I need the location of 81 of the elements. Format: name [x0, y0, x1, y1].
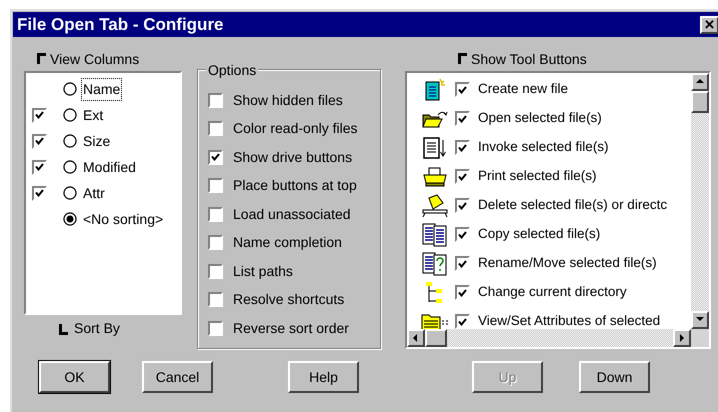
checkmark-icon — [458, 288, 467, 296]
checkbox[interactable] — [455, 314, 470, 329]
dialog-button[interactable]: Down — [579, 361, 650, 393]
scroll-thumb[interactable] — [691, 91, 709, 113]
checkmark-icon — [35, 111, 44, 119]
option-label[interactable]: Color read-only files — [233, 118, 358, 140]
scroll-right-button[interactable] — [673, 329, 691, 347]
horizontal-scrollbar[interactable] — [407, 329, 691, 347]
column-label[interactable]: Attr — [81, 182, 107, 204]
vertical-scrollbar[interactable] — [691, 73, 709, 329]
checkbox[interactable] — [208, 150, 223, 165]
checkmark-icon — [458, 172, 467, 180]
bracket-icon — [37, 53, 46, 64]
radio-button[interactable] — [63, 186, 77, 200]
checkbox[interactable] — [208, 264, 223, 279]
group-label: Show Tool Buttons — [471, 50, 587, 69]
scroll-up-button[interactable] — [691, 73, 709, 91]
checkmark-icon — [211, 153, 220, 162]
dialog-button[interactable]: OK — [39, 361, 110, 393]
copy-documents-icon — [422, 222, 448, 246]
bracket-icon — [458, 53, 467, 64]
scroll-down-button[interactable] — [691, 311, 709, 329]
checkmark-icon — [35, 137, 44, 145]
option-label[interactable]: Name completion — [233, 232, 342, 254]
tool-button-label[interactable]: Change current directory — [478, 282, 627, 303]
radio-button[interactable] — [63, 108, 77, 122]
checkmark-icon — [458, 144, 467, 152]
checkmark-icon — [458, 230, 467, 238]
tool-button-label[interactable]: Open selected file(s) — [478, 108, 602, 129]
tool-button-label[interactable]: View/Set Attributes of selected — [478, 311, 660, 329]
group-label: View Columns — [50, 50, 140, 69]
checkmark-icon — [458, 318, 467, 326]
checkmark-icon — [35, 163, 44, 171]
checkbox[interactable] — [208, 320, 223, 336]
column-label[interactable]: <No sorting> — [81, 208, 166, 230]
tool-button-label[interactable]: Copy selected file(s) — [478, 224, 600, 245]
column-label[interactable]: Size — [81, 130, 112, 152]
option-label[interactable]: Resolve shortcuts — [233, 289, 344, 310]
checkmark-icon — [458, 114, 467, 122]
radio-button[interactable] — [63, 212, 77, 226]
scroll-left-button[interactable] — [407, 329, 425, 347]
checkbox[interactable] — [208, 206, 223, 222]
close-button[interactable]: × — [700, 16, 718, 34]
tool-button-label[interactable]: Print selected file(s) — [478, 166, 597, 187]
column-label[interactable]: Modified — [81, 156, 138, 178]
radio-button[interactable] — [63, 134, 77, 148]
checkbox[interactable] — [208, 178, 223, 194]
tool-button-label[interactable]: Rename/Move selected file(s) — [478, 253, 657, 274]
dialog-button[interactable]: Cancel — [142, 361, 213, 393]
checkbox[interactable] — [208, 235, 223, 250]
radio-button[interactable] — [63, 160, 77, 174]
checkmark-icon — [35, 189, 44, 197]
checkmark-icon — [458, 260, 467, 268]
new-document-icon — [424, 78, 446, 102]
scrollbar-corner — [691, 329, 709, 347]
open-folder-icon — [422, 110, 448, 128]
radio-button[interactable] — [63, 82, 77, 96]
option-label[interactable]: Show drive buttons — [233, 146, 352, 168]
list-arrow-icon — [423, 136, 447, 158]
option-label[interactable]: Reverse sort order — [233, 318, 349, 339]
checkbox[interactable] — [208, 121, 223, 136]
option-label[interactable]: List paths — [233, 260, 293, 282]
window-title: File Open Tab - Configure — [17, 14, 224, 36]
checkbox[interactable] — [208, 92, 223, 108]
option-label[interactable]: Load unassociated — [233, 204, 351, 225]
tool-button-label[interactable]: Invoke selected file(s) — [478, 137, 609, 158]
option-label[interactable]: Place buttons at top — [233, 175, 357, 196]
scroll-thumb[interactable] — [425, 329, 447, 347]
column-label[interactable]: Ext — [81, 104, 106, 126]
dialog-button[interactable]: Help — [288, 361, 359, 393]
tool-button-label[interactable]: Delete selected file(s) or directc — [478, 195, 668, 216]
column-label[interactable]: Name — [81, 78, 122, 100]
checkmark-icon — [458, 202, 467, 210]
group-label: Sort By — [74, 319, 120, 338]
tool-button-label[interactable]: Create new file — [478, 79, 568, 100]
bracket-icon — [59, 324, 68, 335]
checkmark-icon — [458, 86, 467, 94]
document-question-icon — [422, 252, 448, 276]
checkbox[interactable] — [208, 292, 223, 308]
option-label[interactable]: Show hidden files — [233, 90, 343, 111]
printer-icon — [422, 166, 448, 186]
